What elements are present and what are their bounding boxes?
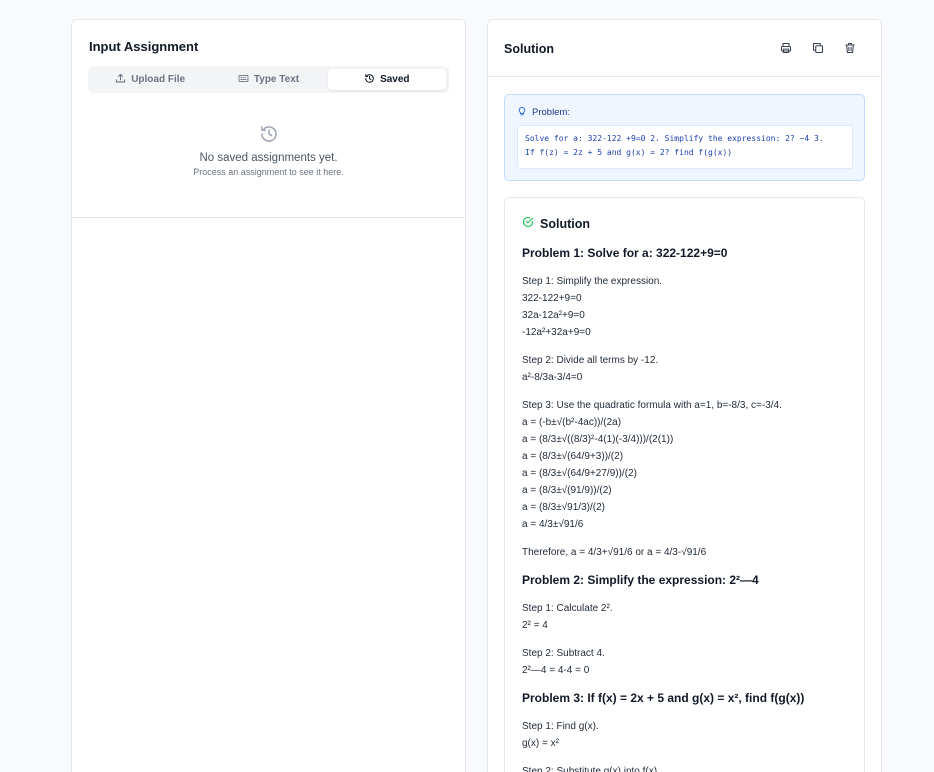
tab-label: Type Text	[253, 74, 300, 85]
divider	[72, 217, 465, 218]
step-block: Step 2: Divide all terms by -12. a²-8/3a-…	[522, 352, 852, 386]
solution-card: Solution Problem 1: Solve for a: 322-122…	[504, 197, 865, 772]
problem-text-line: Solve for a: 322-122 +9=0 2. Simplify th…	[525, 134, 824, 143]
step-line: Step 1: Find g(x).	[522, 721, 599, 732]
solution-content: Problem 1: Solve for a: 322-122+9=0 Step …	[522, 245, 852, 772]
step-line: Step 1: Simplify the expression.	[522, 276, 663, 287]
step-line: a = (-b±√(b²-4ac))/(2a)	[522, 417, 622, 428]
tab-upload-file[interactable]: Upload File	[91, 69, 209, 90]
tab-label: Upload File	[131, 74, 186, 85]
step-block: Step 1: Simplify the expression. 322-122+…	[522, 273, 852, 341]
keyboard-icon	[238, 73, 249, 87]
print-icon[interactable]	[780, 41, 794, 55]
step-line: Step 1: Calculate 2².	[522, 603, 613, 614]
step-line: a = 4/3±√91/6	[522, 519, 584, 530]
step-line: a = (8/3±√(91/9))/(2)	[522, 485, 612, 496]
solution-heading: Solution	[522, 216, 590, 231]
step-line: Step 2: Subtract 4.	[522, 648, 605, 659]
step-block: Step 1: Find g(x). g(x) = x²	[522, 718, 852, 752]
history-icon	[364, 73, 375, 87]
problem-heading: Problem 3: If f(x) = 2x + 5 and g(x) = x…	[522, 691, 805, 705]
tab-saved[interactable]: Saved	[327, 69, 446, 90]
step-line: g(x) = x²	[522, 738, 559, 749]
step-line: 2² = 4	[522, 620, 548, 631]
step-line: Therefore, a = 4/3+√91/6 or a = 4/3-√91/…	[522, 547, 707, 558]
step-line: a = (8/3±√((8/3)²-4(1)(-3/4)))/(2(1))	[522, 434, 674, 445]
step-block: Step 2: Substitute g(x) into f(x).	[522, 763, 852, 772]
solution-header: Solution	[488, 20, 881, 77]
step-line: a = (8/3±√91/3)/(2)	[522, 502, 605, 513]
lightbulb-icon	[517, 106, 527, 119]
input-assignment-panel: Input Assignment Upload File Type Text S…	[71, 19, 466, 772]
input-tabs: Upload File Type Text Saved	[88, 66, 449, 93]
step-line: 32a-12a²+9=0	[522, 310, 585, 321]
problem-text: Solve for a: 322-122 +9=0 2. Simplify th…	[517, 125, 853, 169]
tab-type-text[interactable]: Type Text	[209, 69, 327, 90]
step-line: 322-122+9=0	[522, 293, 582, 304]
empty-title: No saved assignments yet.	[199, 152, 338, 164]
panel-title: Solution	[504, 42, 554, 56]
problem-heading: Problem 2: Simplify the expression: 2²—4	[522, 573, 759, 587]
step-line: a = (8/3±√(64/9+27/9))/(2)	[522, 468, 637, 479]
step-line: 2²—4 = 4-4 = 0	[522, 665, 590, 676]
problem-heading: Problem 1: Solve for a: 322-122+9=0	[522, 246, 728, 260]
history-icon	[260, 126, 277, 142]
tab-label: Saved	[380, 74, 410, 85]
step-line: a²-8/3a-3/4=0	[522, 372, 583, 383]
step-block: Step 3: Use the quadratic formula with a…	[522, 397, 852, 533]
upload-icon	[115, 73, 126, 87]
copy-icon[interactable]	[812, 41, 826, 55]
problem-box: Problem: Solve for a: 322-122 +9=0 2. Si…	[504, 94, 865, 181]
step-block: Step 2: Subtract 4. 2²—4 = 4-4 = 0	[522, 645, 852, 679]
step-block: Therefore, a = 4/3+√91/6 or a = 4/3-√91/…	[522, 544, 852, 561]
step-block: Step 1: Calculate 2². 2² = 4	[522, 600, 852, 634]
step-line: a = (8/3±√(64/9+3))/(2)	[522, 451, 624, 462]
step-line: Step 2: Substitute g(x) into f(x).	[522, 766, 660, 772]
solution-heading-text: Solution	[540, 216, 590, 231]
step-line: Step 2: Divide all terms by -12.	[522, 355, 659, 366]
empty-subtitle: Process an assignment to see it here.	[193, 167, 344, 177]
solution-panel: Solution Problem: Solve for a: 322-122 +…	[487, 19, 882, 772]
problem-label-text: Problem:	[532, 107, 571, 118]
trash-icon[interactable]	[844, 41, 858, 55]
panel-title: Input Assignment	[89, 39, 199, 54]
step-line: Step 3: Use the quadratic formula with a…	[522, 400, 782, 411]
empty-state: No saved assignments yet. Process an ass…	[72, 124, 465, 177]
problem-label: Problem:	[517, 106, 570, 119]
problem-text-line: If f(z) = 2z + 5 and g(x) = 2? find f(g(…	[525, 148, 733, 157]
step-line: -12a²+32a+9=0	[522, 327, 591, 338]
check-circle-icon	[522, 216, 534, 231]
